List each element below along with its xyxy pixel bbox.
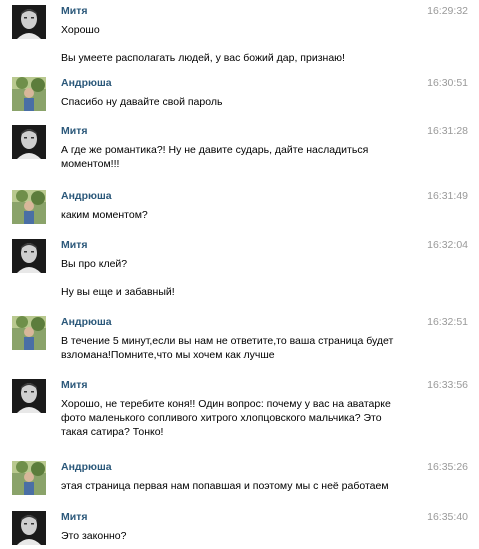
message-author[interactable]: Андрюша <box>61 461 112 474</box>
message-author[interactable]: Андрюша <box>61 316 112 329</box>
message-timestamp[interactable]: 16:29:32 <box>427 5 468 18</box>
message-author[interactable]: Андрюша <box>61 77 112 90</box>
message-item: Андрюша 16:30:51 Спасибо ну давайте свой… <box>0 77 479 117</box>
mitya-avatar[interactable] <box>12 5 46 39</box>
message-text: А где же романтика?! Ну не давите сударь… <box>61 144 369 170</box>
message-text: Хорошо, не теребите коня!! Один вопрос: … <box>61 398 391 438</box>
message-timestamp[interactable]: 16:32:51 <box>427 316 468 329</box>
message-timestamp[interactable]: 16:35:26 <box>427 461 468 474</box>
message-author[interactable]: Митя <box>61 239 87 252</box>
message-author[interactable]: Митя <box>61 125 87 138</box>
message-author[interactable]: Митя <box>61 379 87 392</box>
message-item: Андрюша 16:32:51 В течение 5 минут,если … <box>0 316 479 366</box>
message-text: этая страница первая нам попавшая и поэт… <box>61 480 389 492</box>
message-timestamp[interactable]: 16:31:28 <box>427 125 468 138</box>
message-timestamp[interactable]: 16:35:40 <box>427 511 468 524</box>
mitya-avatar[interactable] <box>12 379 46 413</box>
message-text: В течение 5 минут,если вы нам не ответит… <box>61 335 394 361</box>
message-timestamp[interactable]: 16:30:51 <box>427 77 468 90</box>
andryusha-avatar[interactable] <box>12 190 46 224</box>
message-text: Спасибо ну давайте свой пароль <box>61 96 223 108</box>
message-timestamp[interactable]: 16:32:04 <box>427 239 468 252</box>
message-author[interactable]: Митя <box>61 5 87 18</box>
message-item: Митя 16:32:04 Вы про клей? Ну вы еще и з… <box>0 239 479 304</box>
message-item: Митя 16:31:28 А где же романтика?! Ну не… <box>0 125 479 175</box>
mitya-avatar[interactable] <box>12 125 46 159</box>
message-item: Митя 16:29:32 Хорошо Вы умеете располага… <box>0 5 479 65</box>
message-text: Ну вы еще и забавный! <box>61 286 175 298</box>
andryusha-avatar[interactable] <box>12 316 46 350</box>
message-timestamp[interactable]: 16:31:49 <box>427 190 468 203</box>
message-text: каким моментом? <box>61 209 148 221</box>
message-item: Митя 16:33:56 Хорошо, не теребите коня!!… <box>0 379 479 444</box>
andryusha-avatar[interactable] <box>12 77 46 111</box>
mitya-avatar[interactable] <box>12 239 46 273</box>
message-text: Это законно? <box>61 530 127 542</box>
andryusha-avatar[interactable] <box>12 461 46 495</box>
message-item: Митя 16:35:40 Это законно? <box>0 511 479 549</box>
message-item: Андрюша 16:35:26 этая страница первая на… <box>0 461 479 501</box>
message-text: Вы умеете располагать людей, у вас божий… <box>61 52 345 64</box>
message-text: Хорошо <box>61 24 100 36</box>
message-text: Вы про клей? <box>61 258 128 270</box>
message-author[interactable]: Митя <box>61 511 87 524</box>
mitya-avatar[interactable] <box>12 511 46 545</box>
message-author[interactable]: Андрюша <box>61 190 112 203</box>
message-item: Андрюша 16:31:49 каким моментом? <box>0 190 479 230</box>
message-timestamp[interactable]: 16:33:56 <box>427 379 468 392</box>
